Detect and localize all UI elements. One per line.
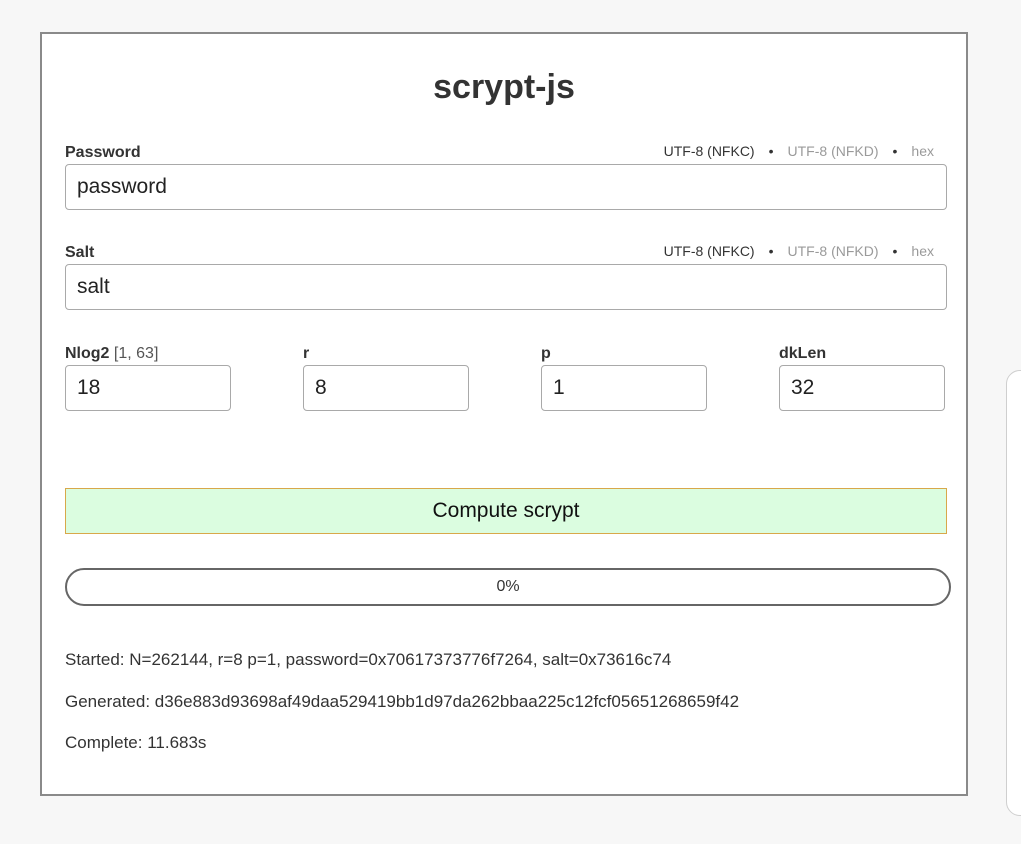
password-encoding-options: UTF-8 (NFKC) • UTF-8 (NFKD) • hex [664, 143, 934, 159]
dklen-input[interactable] [779, 365, 945, 411]
r-label: r [303, 345, 310, 362]
side-panel [1006, 370, 1021, 816]
separator-dot: • [892, 143, 898, 159]
log-complete: Complete: 11.683s [65, 733, 207, 752]
separator-dot: • [768, 143, 774, 159]
nlog2-label: Nlog2 [1, 63] [65, 345, 158, 363]
log-generated: Generated: d36e883d93698af49daa529419bb1… [65, 692, 740, 711]
dklen-label: dkLen [779, 345, 827, 362]
salt-label: Salt [65, 244, 95, 261]
page-title: scrypt-js [433, 68, 575, 106]
p-label: p [541, 345, 551, 362]
p-input[interactable] [541, 365, 707, 411]
separator-dot: • [892, 243, 898, 259]
compute-scrypt-button[interactable]: Compute scrypt [65, 488, 947, 534]
salt-encoding-nfkd[interactable]: UTF-8 (NFKD) [788, 243, 879, 259]
separator-dot: • [768, 243, 774, 259]
password-encoding-nfkc[interactable]: UTF-8 (NFKC) [664, 143, 755, 159]
r-input[interactable] [303, 365, 469, 411]
nlog2-range: [1, 63] [113, 345, 159, 362]
scrypt-panel: scrypt-js Password UTF-8 (NFKC) • UTF-8 (N… [40, 32, 968, 796]
password-label: Password [65, 144, 141, 161]
progress-bar: 0% [65, 568, 951, 606]
log-started: Started: N=262144, r=8 p=1, password=0x7… [65, 650, 672, 669]
password-encoding-nfkd[interactable]: UTF-8 (NFKD) [788, 143, 879, 159]
salt-encoding-hex[interactable]: hex [911, 243, 934, 259]
salt-encoding-nfkc[interactable]: UTF-8 (NFKC) [664, 243, 755, 259]
nlog2-label-text: Nlog2 [65, 345, 110, 362]
password-encoding-hex[interactable]: hex [911, 143, 934, 159]
password-input[interactable] [65, 164, 947, 210]
salt-encoding-options: UTF-8 (NFKC) • UTF-8 (NFKD) • hex [664, 243, 934, 259]
salt-input[interactable] [65, 264, 947, 310]
nlog2-input[interactable] [65, 365, 231, 411]
progress-text: 0% [496, 578, 520, 595]
